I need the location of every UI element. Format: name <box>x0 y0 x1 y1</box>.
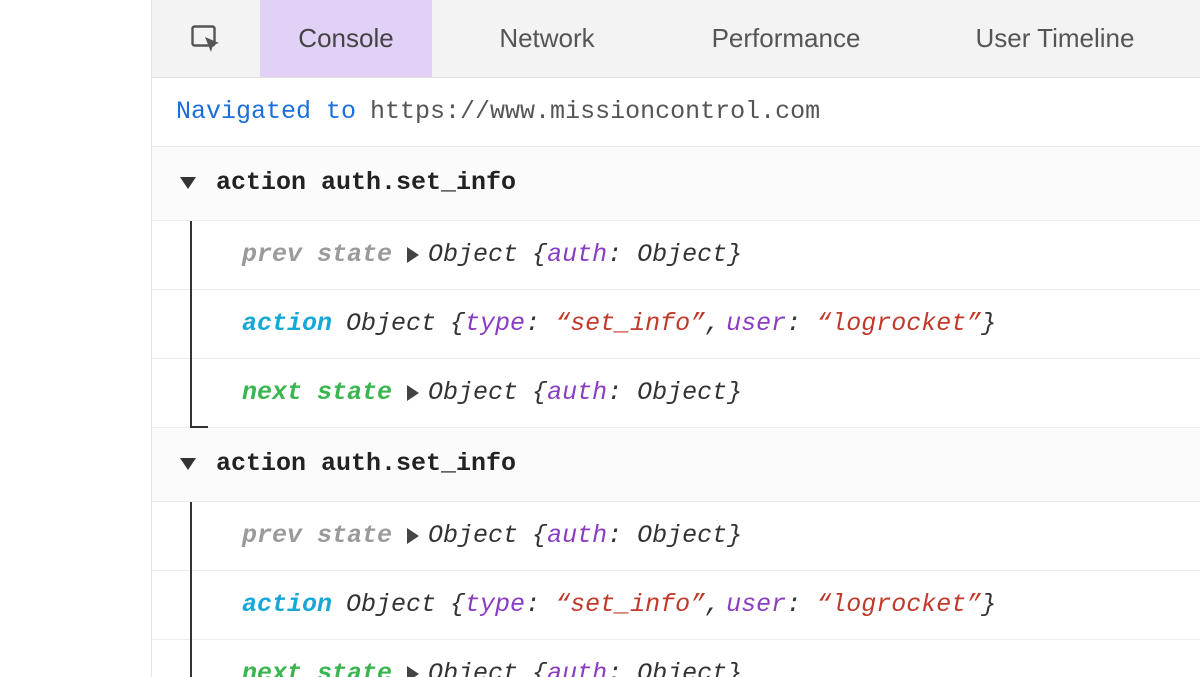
navigation-log-row: Navigated to https://www.missioncontrol.… <box>152 78 1200 147</box>
chevron-down-icon <box>178 175 198 191</box>
chevron-right-icon <box>406 384 420 402</box>
object-key: auth <box>547 375 607 411</box>
tab-console[interactable]: Console <box>260 0 432 77</box>
group-title: action auth.set_info <box>216 446 516 482</box>
tab-label: Performance <box>712 23 861 54</box>
object-value: Object <box>637 656 727 677</box>
tab-user-timeline[interactable]: User Timeline <box>910 0 1200 77</box>
tree-line <box>190 221 192 429</box>
brace-close: } <box>981 587 996 623</box>
group-title: action auth.set_info <box>216 165 516 201</box>
string-value: “set_info” <box>555 306 705 342</box>
log-group-body: prev state Object { auth : Object } acti… <box>152 502 1200 677</box>
object-word: Object <box>346 306 436 342</box>
brace-close: } <box>981 306 996 342</box>
brace-open: { <box>450 587 465 623</box>
colon: : <box>607 237 622 273</box>
tree-line <box>190 502 192 677</box>
object-word: Object <box>428 518 518 554</box>
object-key: auth <box>547 656 607 677</box>
brace-close: } <box>727 518 742 554</box>
colon: : <box>786 306 801 342</box>
action-label: action <box>242 306 332 342</box>
next-state-label: next state <box>242 656 392 677</box>
colon: : <box>786 587 801 623</box>
action-row[interactable]: action Object { type : “set_info” , user… <box>152 571 1200 640</box>
inspect-element-icon <box>191 25 221 53</box>
object-word: Object <box>428 656 518 677</box>
brace-open: { <box>532 656 547 677</box>
chevron-down-icon <box>178 456 198 472</box>
main-panel: Console Network Performance User Timelin… <box>152 0 1200 677</box>
brace-close: } <box>727 656 742 677</box>
colon: : <box>607 518 622 554</box>
tab-bar: Console Network Performance User Timelin… <box>152 0 1200 78</box>
console-log-area: Navigated to https://www.missioncontrol.… <box>152 78 1200 677</box>
object-value: Object <box>637 237 727 273</box>
chevron-right-icon <box>406 246 420 264</box>
colon: : <box>525 306 540 342</box>
action-label: action <box>242 587 332 623</box>
tab-label: Network <box>499 23 594 54</box>
navigated-to-label: Navigated to <box>176 94 356 130</box>
object-value: Object <box>637 375 727 411</box>
object-key: auth <box>547 518 607 554</box>
chevron-right-icon <box>406 665 420 677</box>
string-value: “set_info” <box>555 587 705 623</box>
prev-state-label: prev state <box>242 518 392 554</box>
brace-close: } <box>727 375 742 411</box>
tab-label: Console <box>298 23 393 54</box>
next-state-row[interactable]: next state Object { auth : Object } <box>152 640 1200 677</box>
navigated-url: https://www.missioncontrol.com <box>370 94 820 130</box>
comma: , <box>705 306 720 342</box>
tab-network[interactable]: Network <box>432 0 662 77</box>
colon: : <box>607 375 622 411</box>
tab-performance[interactable]: Performance <box>662 0 910 77</box>
object-key: auth <box>547 237 607 273</box>
object-key: user <box>726 587 786 623</box>
colon: : <box>607 656 622 677</box>
left-gutter <box>0 0 152 677</box>
chevron-right-icon <box>406 527 420 545</box>
brace-close: } <box>727 237 742 273</box>
action-row[interactable]: action Object { type : “set_info” , user… <box>152 290 1200 359</box>
object-word: Object <box>346 587 436 623</box>
prev-state-label: prev state <box>242 237 392 273</box>
object-key: type <box>465 587 525 623</box>
brace-open: { <box>532 237 547 273</box>
prev-state-row[interactable]: prev state Object { auth : Object } <box>152 502 1200 571</box>
string-value: “logrocket” <box>816 587 981 623</box>
object-key: type <box>465 306 525 342</box>
log-group-header[interactable]: action auth.set_info <box>152 428 1200 501</box>
object-key: user <box>726 306 786 342</box>
object-word: Object <box>428 237 518 273</box>
tab-label: User Timeline <box>976 23 1135 54</box>
prev-state-row[interactable]: prev state Object { auth : Object } <box>152 221 1200 290</box>
colon: : <box>525 587 540 623</box>
next-state-label: next state <box>242 375 392 411</box>
log-group-header[interactable]: action auth.set_info <box>152 147 1200 220</box>
next-state-row[interactable]: next state Object { auth : Object } <box>152 359 1200 428</box>
inspect-button[interactable] <box>152 0 260 77</box>
brace-open: { <box>532 375 547 411</box>
object-word: Object <box>428 375 518 411</box>
brace-open: { <box>532 518 547 554</box>
comma: , <box>705 587 720 623</box>
brace-open: { <box>450 306 465 342</box>
log-group-body: prev state Object { auth : Object } acti… <box>152 221 1200 429</box>
string-value: “logrocket” <box>816 306 981 342</box>
object-value: Object <box>637 518 727 554</box>
